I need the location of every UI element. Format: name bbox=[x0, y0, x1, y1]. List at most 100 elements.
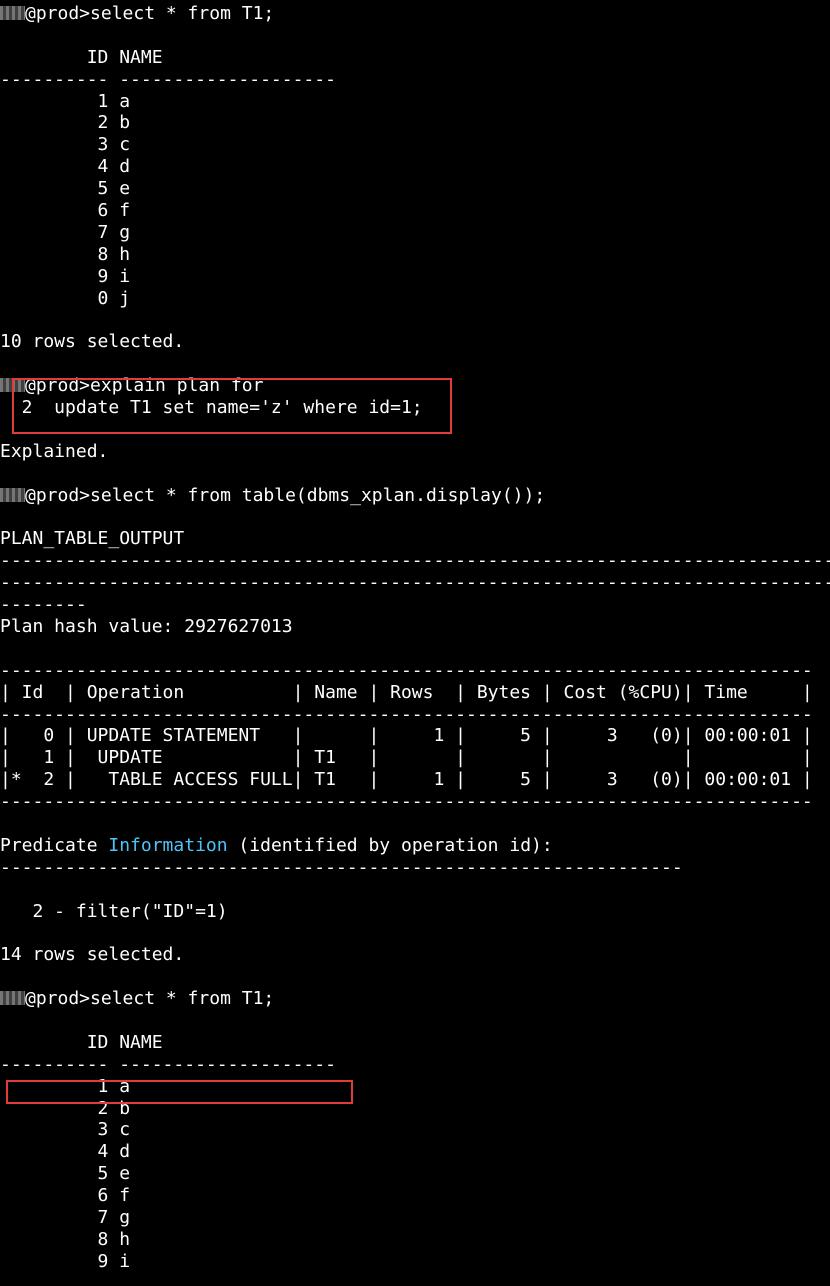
terminal-line: ----------------------------------------… bbox=[0, 660, 830, 682]
terminal-line-text: Explained. bbox=[0, 440, 109, 462]
terminal-line: ----------------------------------------… bbox=[0, 550, 830, 572]
terminal-line: 1 a bbox=[0, 91, 830, 113]
terminal-line: ID NAME bbox=[0, 47, 830, 69]
terminal-line-text: ----------------------------------------… bbox=[0, 572, 830, 594]
terminal-line-text: ----------------------------------------… bbox=[0, 550, 830, 572]
terminal-line-text: 7 g bbox=[0, 221, 131, 243]
redacted-username bbox=[0, 991, 25, 1006]
terminal-line-text: @prod>select * from table(dbms_xplan.dis… bbox=[25, 484, 546, 506]
terminal-line: 0 j bbox=[0, 288, 830, 310]
terminal-line: Plan hash value: 2927627013 bbox=[0, 616, 830, 638]
terminal-line: 7 g bbox=[0, 222, 830, 244]
terminal-line-text: 14 rows selected. bbox=[0, 944, 185, 966]
terminal-line-text: 5 e bbox=[0, 178, 131, 200]
terminal-line: 6 f bbox=[0, 200, 830, 222]
terminal-line-text: 10 rows selected. bbox=[0, 331, 185, 353]
terminal-line-text: Predicate bbox=[0, 834, 109, 856]
terminal-line: ----------------------------------------… bbox=[0, 704, 830, 726]
terminal-line-text: | 0 | UPDATE STATEMENT | | 1 | 5 | 3 (0)… bbox=[0, 725, 813, 747]
terminal-line: 7 g bbox=[0, 1207, 830, 1229]
terminal-line: 14 rows selected. bbox=[0, 944, 830, 966]
terminal-line: 6 f bbox=[0, 1185, 830, 1207]
terminal-line: 9 i bbox=[0, 1251, 830, 1273]
terminal-line: 4 d bbox=[0, 1141, 830, 1163]
terminal-line: 9 i bbox=[0, 266, 830, 288]
terminal-line-text: 6 f bbox=[0, 1185, 131, 1207]
terminal-line-text: 2 b bbox=[0, 112, 131, 134]
terminal-line: |* 2 | TABLE ACCESS FULL| T1 | 1 | 5 | 3… bbox=[0, 769, 830, 791]
terminal-line: 8 h bbox=[0, 244, 830, 266]
terminal-line-text: 5 e bbox=[0, 1163, 131, 1185]
terminal-line-text: 1 a bbox=[0, 90, 131, 112]
terminal-line-text: ----------------------------------------… bbox=[0, 856, 683, 878]
terminal-line: ----------------------------------------… bbox=[0, 857, 830, 879]
terminal-line-text: @prod>select * from T1; bbox=[25, 3, 275, 24]
terminal-line: | 1 | UPDATE | T1 | | | | | bbox=[0, 747, 830, 769]
terminal-line: ---------- -------------------- bbox=[0, 69, 830, 91]
terminal-line-text: ---------- -------------------- bbox=[0, 68, 336, 90]
terminal-line-text: ID NAME bbox=[0, 46, 163, 68]
terminal-line: ---------- -------------------- bbox=[0, 1054, 830, 1076]
terminal-line: -------- bbox=[0, 594, 830, 616]
terminal-line: ID NAME bbox=[0, 1032, 830, 1054]
highlight-box-updated-row bbox=[6, 1080, 353, 1104]
terminal-line-text: 9 i bbox=[0, 1250, 131, 1272]
terminal-line: 5 e bbox=[0, 178, 830, 200]
terminal-line: @prod>select * from T1; bbox=[0, 988, 830, 1010]
terminal-line-text: 4 d bbox=[0, 156, 131, 178]
redacted-username bbox=[0, 487, 25, 502]
terminal-line-text: 0 j bbox=[0, 287, 131, 309]
highlighted-keyword: Information bbox=[108, 834, 228, 856]
highlight-box-explain-plan bbox=[12, 378, 452, 434]
predicate-suffix: (identified by operation id): bbox=[227, 834, 553, 856]
terminal-line-text: 3 c bbox=[0, 134, 131, 156]
terminal-line-text: ----------------------------------------… bbox=[0, 703, 813, 725]
terminal-line: 8 h bbox=[0, 1229, 830, 1251]
terminal-line-text: 4 d bbox=[0, 1141, 131, 1163]
terminal-line-text: Plan hash value: 2927627013 bbox=[0, 615, 293, 637]
terminal-line: PLAN_TABLE_OUTPUT bbox=[0, 528, 830, 550]
terminal-line-text: ---------- -------------------- bbox=[0, 1053, 336, 1075]
terminal-line-text: 2 - filter("ID"=1) bbox=[0, 900, 228, 922]
terminal-line: Explained. bbox=[0, 441, 830, 463]
terminal-line: | 0 | UPDATE STATEMENT | | 1 | 5 | 3 (0)… bbox=[0, 725, 830, 747]
terminal-line-text: PLAN_TABLE_OUTPUT bbox=[0, 528, 185, 550]
terminal-line: Predicate Information (identified by ope… bbox=[0, 835, 830, 857]
redacted-username bbox=[0, 6, 25, 20]
terminal-line: 10 rows selected. bbox=[0, 331, 830, 353]
terminal-line: 4 d bbox=[0, 156, 830, 178]
terminal-line: | Id | Operation | Name | Rows | Bytes |… bbox=[0, 682, 830, 704]
terminal-line-text: 3 c bbox=[0, 1119, 131, 1141]
terminal-line-text: |* 2 | TABLE ACCESS FULL| T1 | 1 | 5 | 3… bbox=[0, 769, 813, 791]
terminal-line: ----------------------------------------… bbox=[0, 572, 830, 594]
terminal-line-text: ID NAME bbox=[0, 1031, 163, 1053]
terminal-line-text: ----------------------------------------… bbox=[0, 659, 813, 681]
terminal-line: 2 b bbox=[0, 112, 830, 134]
terminal-line-text: @prod>select * from T1; bbox=[25, 988, 275, 1010]
terminal-line-text: 9 i bbox=[0, 265, 131, 287]
terminal-line: 5 e bbox=[0, 1163, 830, 1185]
terminal-line: @prod>select * from T1; bbox=[0, 3, 830, 25]
terminal-line: ----------------------------------------… bbox=[0, 791, 830, 813]
terminal-line: 2 - filter("ID"=1) bbox=[0, 901, 830, 923]
terminal-line: @prod>select * from table(dbms_xplan.dis… bbox=[0, 485, 830, 507]
terminal-line-text: ----------------------------------------… bbox=[0, 791, 813, 813]
terminal-line-text: | 1 | UPDATE | T1 | | | | | bbox=[0, 747, 813, 769]
terminal-line-text: 8 h bbox=[0, 243, 131, 265]
terminal-line-text: 8 h bbox=[0, 1228, 131, 1250]
terminal-line: 3 c bbox=[0, 134, 830, 156]
terminal-line-text: 7 g bbox=[0, 1206, 131, 1228]
terminal-line-text: | Id | Operation | Name | Rows | Bytes |… bbox=[0, 681, 813, 703]
terminal-line-text: 6 f bbox=[0, 200, 131, 222]
